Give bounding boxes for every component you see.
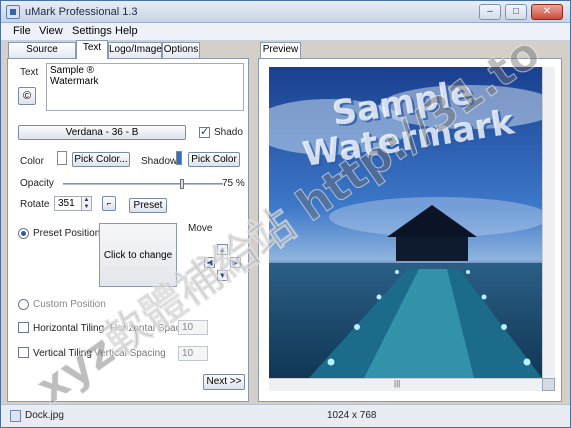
- horizontal-spacing-field[interactable]: 10: [178, 320, 208, 335]
- preset-position-picker[interactable]: Click to change: [99, 223, 177, 287]
- vertical-spacing-label: Vertical Spacing: [94, 348, 166, 359]
- stepper-arrows-icon[interactable]: ▲ ▼: [81, 197, 91, 210]
- text-line-1: Sample ®: [50, 65, 95, 76]
- text-label: Text: [20, 67, 39, 78]
- app-window: uMark Professional 1.3 – □ ✕ File View S…: [0, 0, 571, 428]
- text-color-swatch[interactable]: [57, 151, 67, 165]
- custom-position-label: Custom Position: [33, 299, 106, 310]
- menu-settings[interactable]: Settings: [72, 25, 112, 37]
- rotate-label: Rotate: [20, 199, 50, 210]
- opacity-slider[interactable]: [63, 179, 223, 189]
- close-button[interactable]: ✕: [531, 4, 563, 20]
- tab-source-images[interactable]: Source Images: [8, 42, 76, 69]
- shadow-checkbox[interactable]: [199, 125, 210, 138]
- rotate-stepper[interactable]: 351 ▲ ▼: [54, 196, 92, 211]
- watermark-text-input[interactable]: Sample ® Watermark: [46, 63, 244, 111]
- move-down-icon[interactable]: ▼: [217, 270, 228, 281]
- scroll-grip: |||: [394, 379, 401, 388]
- preview-vertical-scrollbar[interactable]: [542, 67, 555, 378]
- preset-position-label: Preset Position: [33, 228, 101, 239]
- tab-preview[interactable]: Preview: [260, 42, 301, 58]
- pick-color-button[interactable]: Pick Color...: [72, 152, 130, 167]
- copyright-button[interactable]: ©: [18, 87, 36, 105]
- tab-options[interactable]: Options: [162, 42, 200, 58]
- app-icon: [6, 5, 20, 19]
- opacity-slider-thumb[interactable]: [180, 179, 184, 189]
- next-button[interactable]: Next >>: [203, 374, 245, 390]
- opacity-label: Opacity: [20, 178, 54, 189]
- custom-position-radio[interactable]: [18, 299, 29, 310]
- maximize-button[interactable]: □: [505, 4, 527, 20]
- horizontal-tiling-label: Horizontal Tiling: [33, 323, 105, 334]
- tab-logo-image[interactable]: Logo/Image: [108, 42, 162, 58]
- move-right-icon[interactable]: ▶: [230, 257, 241, 268]
- minimize-button[interactable]: –: [479, 4, 501, 20]
- preset-button[interactable]: Preset: [129, 198, 167, 213]
- shadow-checkbox-label: Shado: [214, 127, 243, 138]
- status-dimensions: 1024 x 768: [327, 410, 377, 421]
- text-settings-panel: Text © Sample ® Watermark Verdana - 36 -…: [7, 58, 249, 402]
- rotate-angle-icon[interactable]: ⌐: [102, 196, 116, 211]
- copyright-icon: ©: [22, 90, 32, 102]
- title-bar: uMark Professional 1.3 – □ ✕: [1, 1, 570, 23]
- vertical-spacing-field[interactable]: 10: [178, 346, 208, 361]
- window-title: uMark Professional 1.3: [25, 6, 138, 18]
- pick-shadow-color-button[interactable]: Pick Color: [188, 152, 240, 167]
- color-label: Color: [20, 156, 44, 167]
- menu-file[interactable]: File: [13, 25, 31, 37]
- menu-help[interactable]: Help: [115, 25, 138, 37]
- preset-position-radio[interactable]: [18, 228, 29, 239]
- file-icon: [10, 410, 21, 422]
- tab-text[interactable]: Text: [76, 40, 108, 59]
- font-button[interactable]: Verdana - 36 - B: [18, 125, 186, 140]
- vertical-tiling-checkbox[interactable]: [18, 347, 29, 358]
- preview-panel: Sample Watermark |||: [258, 58, 562, 402]
- menu-bar: File View Settings Help: [1, 23, 570, 41]
- preview-horizontal-scrollbar[interactable]: |||: [269, 378, 542, 391]
- move-arrow-pad: ▲ ◀ ▶ ▼: [204, 244, 242, 282]
- move-label: Move: [188, 223, 213, 234]
- status-bar: Dock.jpg 1024 x 768: [1, 404, 570, 427]
- move-left-icon[interactable]: ◀: [204, 257, 215, 268]
- text-line-2: Watermark: [50, 76, 99, 87]
- shadow-label: Shadow: [141, 156, 178, 167]
- vertical-tiling-label: Vertical Tiling: [33, 348, 92, 359]
- status-filename: Dock.jpg: [25, 410, 64, 421]
- move-up-icon[interactable]: ▲: [217, 244, 228, 255]
- menu-view[interactable]: View: [39, 25, 63, 37]
- rotate-value: 351: [58, 198, 75, 209]
- shadow-color-swatch[interactable]: [176, 151, 182, 165]
- horizontal-tiling-checkbox[interactable]: [18, 322, 29, 333]
- opacity-value: 75 %: [222, 178, 245, 189]
- zoom-icon[interactable]: [542, 378, 555, 391]
- preview-image: Sample Watermark: [269, 67, 542, 378]
